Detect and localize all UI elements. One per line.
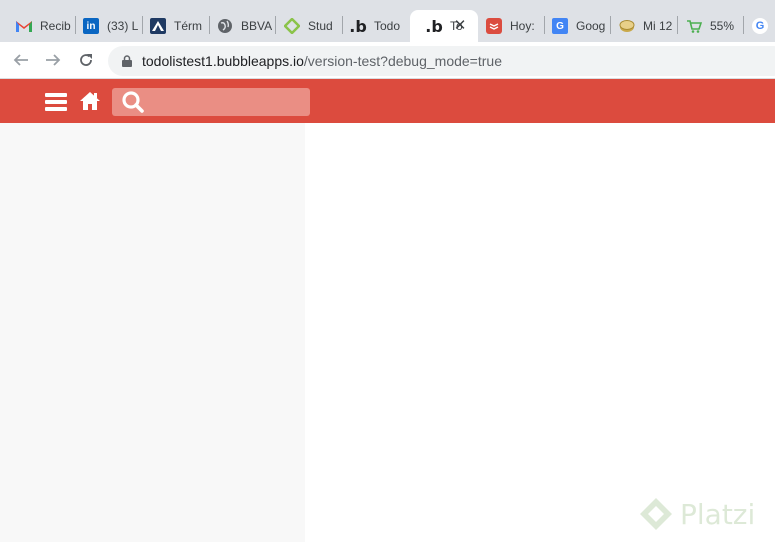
tab-title: Goog [576, 19, 606, 33]
arrow-right-icon [46, 54, 61, 66]
sidebar-panel [0, 123, 305, 542]
url-path: /version-test?debug_mode=true [303, 53, 502, 69]
reload-icon [80, 54, 92, 66]
tab-title: Hoy: [510, 19, 535, 33]
tab-title: Todo [374, 19, 401, 33]
platzi-logo-icon [640, 498, 672, 530]
browser-tab[interactable]: 55% [670, 10, 744, 42]
browser-tab[interactable]: BBVA [201, 10, 277, 42]
tab-title: Térm [174, 19, 202, 33]
todoist-icon [486, 18, 502, 34]
reload-button[interactable] [74, 48, 98, 72]
search-input[interactable] [148, 90, 304, 114]
google-translate-icon: G [552, 18, 568, 34]
browser-tab[interactable]: Mi 12 [603, 10, 679, 42]
tab-title: Stud [308, 19, 333, 33]
address-bar[interactable]: todolistest1.bubbleapps.io/version-test?… [108, 46, 775, 76]
close-tab-icon[interactable]: ✕ [452, 18, 468, 34]
forward-button[interactable] [41, 48, 65, 72]
google-icon: G [752, 18, 768, 34]
bubble-icon: .b [349, 16, 367, 36]
search-icon [121, 91, 145, 113]
browser-tab[interactable]: in (33) L [67, 10, 143, 42]
tab-title: Mi 12 [643, 19, 673, 33]
arrow-left-icon [13, 54, 28, 66]
app-header [0, 79, 775, 123]
watermark-text: Platzi [680, 497, 756, 531]
gmail-icon [16, 18, 32, 34]
url-text: todolistest1.bubbleapps.io/version-test?… [142, 53, 502, 69]
tab-strip: Recib in (33) L Térm BBVA Stud .b Todo .… [0, 0, 775, 42]
browser-tab[interactable]: G Goog [536, 10, 612, 42]
atlassian-icon [150, 18, 166, 34]
linkedin-icon: in [83, 18, 99, 34]
browser-tab-active[interactable]: .b To ✕ [410, 10, 478, 42]
cart-icon [686, 18, 702, 34]
globe-icon [217, 18, 233, 34]
home-icon[interactable] [79, 91, 101, 111]
studio-icon [284, 18, 300, 34]
menu-icon[interactable] [45, 93, 67, 111]
coin-icon [619, 18, 635, 34]
main-content [305, 123, 775, 542]
bubble-icon: .b [425, 16, 443, 36]
browser-toolbar: todolistest1.bubbleapps.io/version-test?… [0, 42, 775, 79]
tab-title: 55% [710, 19, 735, 33]
browser-tab[interactable]: .b Todo [334, 10, 410, 42]
browser-tab[interactable]: Hoy: [470, 10, 546, 42]
back-button[interactable] [9, 48, 33, 72]
search-box[interactable] [112, 88, 310, 116]
url-host: todolistest1.bubbleapps.io [142, 53, 304, 69]
lock-icon [120, 54, 134, 68]
browser-tab[interactable]: Stud [268, 10, 344, 42]
browser-tab[interactable]: Recib [0, 10, 75, 42]
browser-tab[interactable]: Térm [134, 10, 210, 42]
browser-tab[interactable]: G [736, 10, 775, 42]
platzi-watermark: Platzi [638, 494, 755, 534]
